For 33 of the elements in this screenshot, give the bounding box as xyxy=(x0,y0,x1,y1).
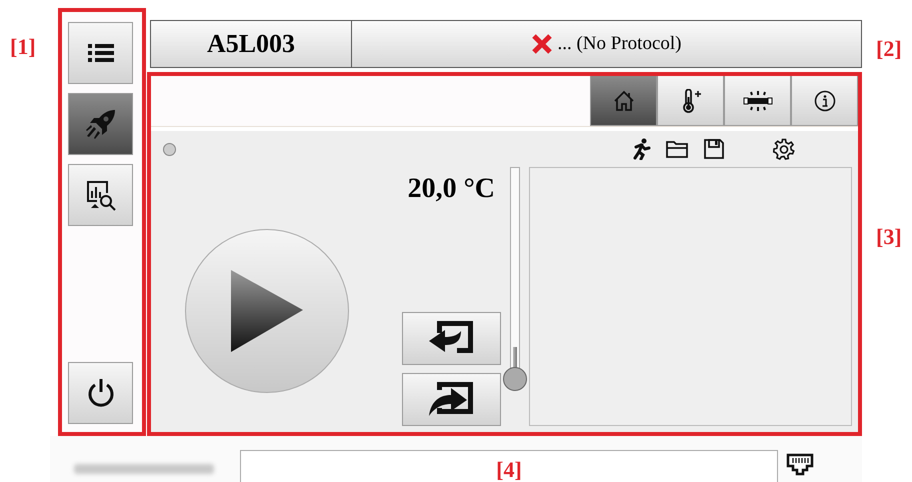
network-port-icon xyxy=(786,453,814,477)
home-icon xyxy=(612,90,634,112)
callout-label: [4] xyxy=(496,457,522,482)
runner-icon[interactable] xyxy=(631,138,651,160)
rocket-button[interactable] xyxy=(68,93,133,155)
power-button[interactable] xyxy=(68,362,133,424)
menu-button[interactable] xyxy=(68,22,133,84)
export-button[interactable] xyxy=(402,373,501,426)
thermometer-tab[interactable] xyxy=(657,76,724,126)
chart-search-icon xyxy=(84,179,116,211)
device-name: A5L003 xyxy=(150,20,352,68)
import-button[interactable] xyxy=(402,312,501,365)
status-led-icon xyxy=(163,142,176,156)
slider-thumb[interactable] xyxy=(503,367,527,391)
error-cross-icon xyxy=(531,33,554,55)
light-bar-icon xyxy=(742,90,774,112)
chart-search-button[interactable] xyxy=(68,164,133,226)
callout-label: [1] xyxy=(10,34,36,59)
folder-icon[interactable] xyxy=(665,139,689,159)
play-icon xyxy=(229,268,305,354)
info-icon xyxy=(814,90,836,112)
rocket-icon xyxy=(84,108,116,140)
home-tab[interactable] xyxy=(590,76,657,126)
temperature-slider[interactable] xyxy=(503,167,527,391)
callout-label: [3] xyxy=(876,224,902,249)
save-icon[interactable] xyxy=(703,138,725,160)
protocol-text: ... (No Protocol) xyxy=(557,33,682,55)
settings-icon[interactable] xyxy=(773,138,795,160)
temperature-reading: 20,0 °C xyxy=(408,173,495,205)
info-tab[interactable] xyxy=(791,76,858,126)
list-icon xyxy=(88,43,114,63)
callout-label: [2] xyxy=(876,36,902,61)
lightbar-tab[interactable] xyxy=(724,76,791,126)
